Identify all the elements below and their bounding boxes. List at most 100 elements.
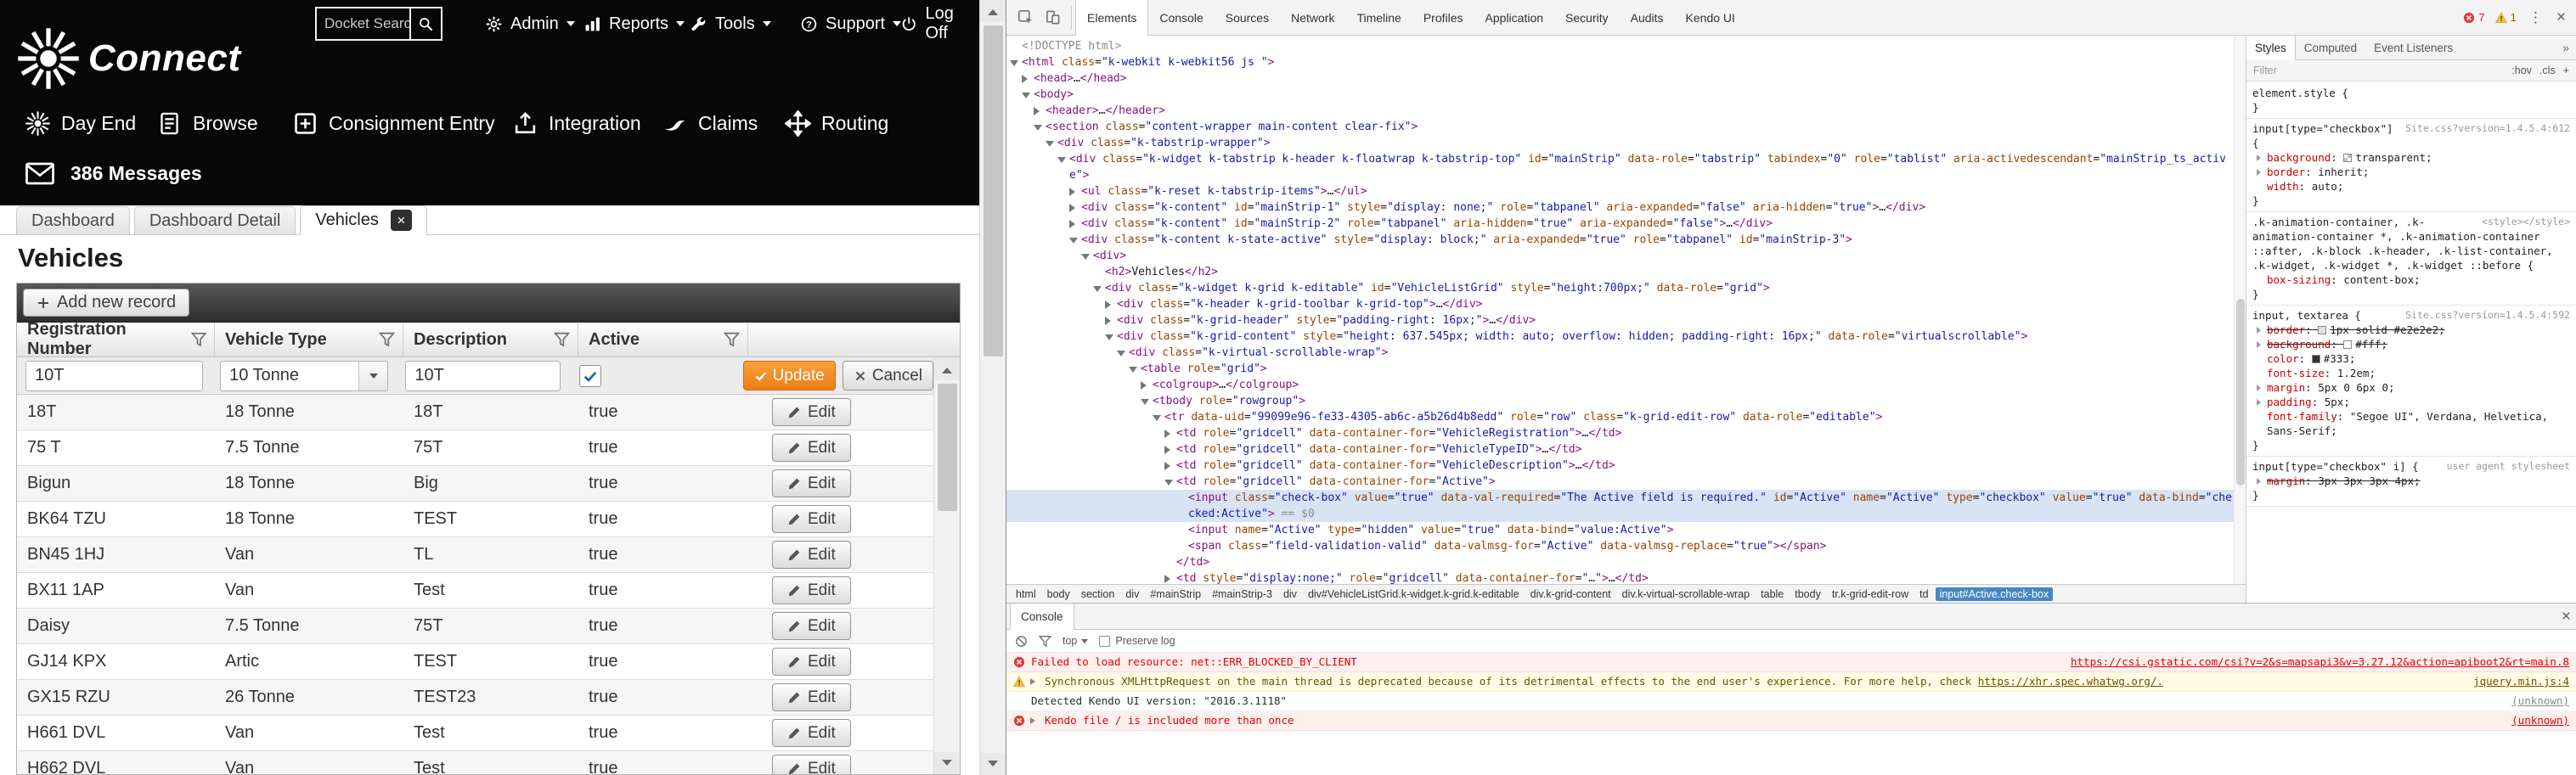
page-scrollbar[interactable] (979, 0, 1006, 775)
devtools-tab-sources[interactable]: Sources (1215, 0, 1280, 36)
breadcrumb-item[interactable]: table (1756, 587, 1788, 601)
style-source-link[interactable]: Site.css?version=1.4.5.4:592 (2405, 308, 2570, 323)
hov-toggle[interactable]: :hov (2511, 65, 2532, 76)
breadcrumb-item[interactable]: #mainStrip-3 (1208, 587, 1277, 601)
scroll-up-icon[interactable] (980, 0, 1006, 22)
dom-tree-line[interactable]: <td role="gridcell" data-container-for="… (1006, 441, 2234, 458)
breadcrumb-item[interactable]: div.k-virtual-scrollable-wrap (1618, 587, 1755, 601)
filter-icon[interactable] (379, 332, 395, 347)
console-message-error[interactable]: Failed to load resource: net::ERR_BLOCKE… (1006, 653, 2576, 672)
dom-tree-line[interactable]: <div class="k-content" id="mainStrip-1" … (1006, 199, 2234, 216)
dom-tree-line[interactable]: <div class="k-content" id="mainStrip-2" … (1006, 216, 2234, 232)
color-swatch[interactable] (2343, 340, 2353, 349)
devtools-close-icon[interactable]: × (2555, 9, 2568, 25)
search-button[interactable] (409, 8, 441, 39)
tree-expand-arrow[interactable] (1105, 317, 1111, 325)
devtools-tab-profiles[interactable]: Profiles (1412, 0, 1474, 36)
styles-filter-input[interactable]: Filter (2253, 65, 2277, 76)
expand-shorthand-icon[interactable] (2257, 399, 2264, 406)
devtools-tab-console[interactable]: Console (1148, 0, 1214, 36)
styles-tab-styles[interactable]: Styles (2246, 36, 2296, 60)
dom-tree-line[interactable]: <div class="k-tabstrip-wrapper"> (1006, 135, 2234, 151)
breadcrumb-item[interactable]: td (1915, 587, 1932, 601)
tree-collapse-arrow[interactable] (1034, 125, 1042, 131)
filter-icon[interactable] (554, 332, 570, 347)
css-rule[interactable]: user agent stylesheet input[type="checkbo… (2246, 457, 2576, 507)
dom-tree-line[interactable]: <div class="k-header k-grid-toolbar k-gr… (1006, 296, 2234, 312)
css-property[interactable]: box-sizing: content-box; (2252, 272, 2570, 287)
css-property[interactable]: font-family: "Segoe UI", Verdana, Helvet… (2252, 409, 2570, 438)
table-row[interactable]: 18T 18 Tonne 18T true Edit (17, 395, 960, 430)
topbar-admin[interactable]: Admin (485, 0, 575, 48)
css-property[interactable]: width: auto; (2252, 179, 2570, 194)
console-drawer-tab[interactable]: Console (1010, 603, 1074, 630)
topbar-log-off[interactable]: Log Off (900, 0, 979, 48)
scroll-down-icon[interactable] (934, 752, 960, 774)
table-row[interactable]: Bigun 18 Tonne Big true Edit (17, 466, 960, 502)
elements-scrollbar[interactable] (2234, 36, 2246, 584)
dom-tree-line[interactable]: <html class="k-webkit k-webkit56 js "> (1006, 54, 2234, 70)
expand-message-arrow[interactable] (1030, 717, 1039, 724)
color-swatch[interactable] (2343, 154, 2353, 162)
dom-tree-line[interactable]: <div class="k-content k-state-active" st… (1006, 232, 2234, 248)
edit-button[interactable]: Edit (772, 398, 851, 426)
table-row[interactable]: H661 DVL Van Test true Edit (17, 716, 960, 751)
css-rule[interactable]: <style></style> .k-animation-container, .… (2246, 212, 2576, 306)
tree-expand-arrow[interactable] (1069, 220, 1075, 228)
inspect-element-icon[interactable] (1012, 4, 1039, 31)
expand-shorthand-icon[interactable] (2257, 341, 2264, 348)
console-message-log[interactable]: Detected Kendo UI version: "2016.3.1118"… (1006, 692, 2576, 711)
console-message-warning[interactable]: Synchronous XMLHttpRequest on the main t… (1006, 672, 2576, 692)
devtools-tab-elements[interactable]: Elements (1075, 0, 1149, 37)
frame-context-select[interactable]: top (1063, 635, 1089, 647)
breadcrumb-item[interactable]: html (1012, 587, 1040, 601)
dom-tree-line[interactable]: <tbody role="rowgroup"> (1006, 393, 2234, 409)
breadcrumb-item[interactable]: div.k-grid-content (1526, 587, 1615, 601)
edit-button[interactable]: Edit (772, 648, 851, 676)
column-header-active[interactable]: Active (578, 323, 748, 357)
nav-item-browse[interactable]: Browse (156, 98, 258, 148)
devtools-tab-application[interactable]: Application (1474, 0, 1555, 36)
tree-expand-arrow[interactable] (1105, 300, 1111, 309)
table-row[interactable]: Daisy 7.5 Tonne 75T true Edit (17, 609, 960, 644)
styles-tab-event-listeners[interactable]: Event Listeners (2365, 36, 2461, 59)
css-property[interactable]: color: #333; (2252, 351, 2570, 366)
breadcrumb-item[interactable]: tr.k-grid-edit-row (1828, 587, 1913, 601)
table-row[interactable]: BX11 1AP Van Test true Edit (17, 573, 960, 609)
clear-console-icon[interactable] (1015, 635, 1028, 648)
console-source-link[interactable]: jquery.min.js:4 (2473, 675, 2569, 688)
css-property[interactable]: background: transparent; (2252, 150, 2570, 165)
topbar-tools[interactable]: Tools (690, 0, 771, 48)
scroll-up-icon[interactable] (934, 358, 960, 380)
grid-scrollbar[interactable] (933, 358, 960, 774)
dom-tree-line[interactable]: <colgroup>…</colgroup> (1006, 377, 2234, 393)
style-source-link[interactable]: Site.css?version=1.4.5.4:612 (2405, 121, 2570, 136)
dom-tree-line[interactable]: <div class="k-grid-header" style="paddin… (1006, 312, 2234, 329)
devtools-tab-audits[interactable]: Audits (1620, 0, 1675, 36)
tree-expand-arrow[interactable] (1022, 75, 1028, 83)
tab-vehicles[interactable]: Vehicles × (300, 205, 427, 235)
tree-collapse-arrow[interactable] (1153, 415, 1161, 421)
breadcrumb-item[interactable]: body (1043, 587, 1074, 601)
table-row[interactable]: GJ14 KPX Artic TEST true Edit (17, 644, 960, 680)
console-source-link[interactable]: (unknown) (2511, 694, 2569, 708)
scrollbar-thumb[interactable] (984, 25, 1003, 357)
expand-message-arrow[interactable] (1030, 678, 1039, 685)
edit-button[interactable]: Edit (772, 683, 851, 711)
edit-button[interactable]: Edit (772, 612, 851, 640)
expand-shorthand-icon[interactable] (2257, 169, 2264, 176)
update-button[interactable]: Update (742, 361, 836, 390)
css-property[interactable]: border: 1px solid #e2e2e2; (2252, 323, 2570, 337)
tree-collapse-arrow[interactable] (1010, 60, 1018, 66)
dom-tree-line[interactable]: <table role="grid"> (1006, 361, 2234, 377)
devtools-tab-kendo-ui[interactable]: Kendo UI (1675, 0, 1746, 36)
add-new-record-button[interactable]: Add new record (23, 289, 190, 317)
tree-expand-arrow[interactable] (1164, 462, 1170, 470)
app-logo[interactable]: Connect (15, 25, 241, 92)
tree-expand-arrow[interactable] (1164, 575, 1170, 583)
dom-tree-line[interactable]: <div class="k-widget k-tabstrip k-header… (1006, 151, 2234, 183)
breadcrumb-item[interactable]: input#Active.check-box (1935, 587, 2054, 601)
edit-button[interactable]: Edit (772, 505, 851, 533)
devtools-tab-network[interactable]: Network (1280, 0, 1345, 36)
table-row[interactable]: BK64 TZU 18 Tonne TEST true Edit (17, 502, 960, 537)
